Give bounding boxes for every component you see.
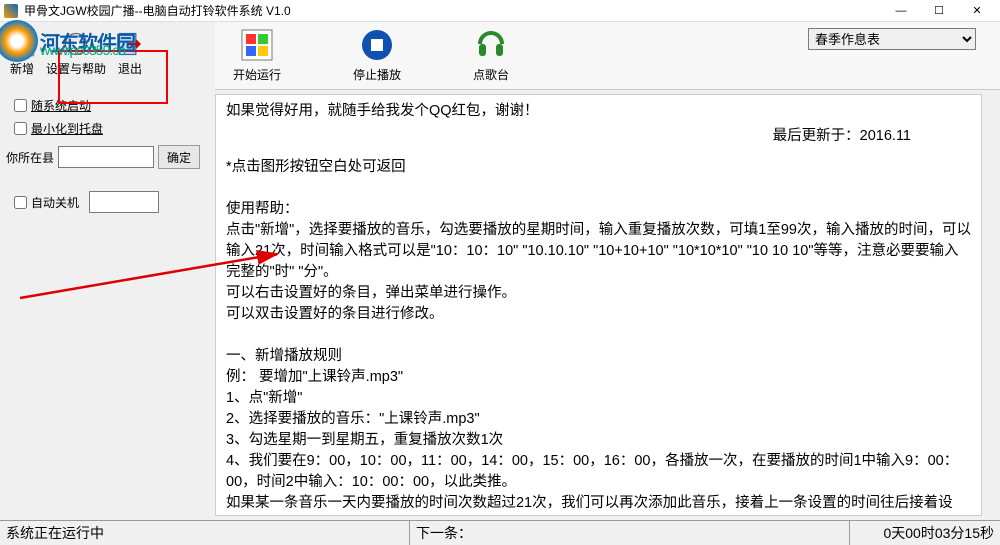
titlebar: 甲骨文JGW校园广播--电脑自动打铃软件系统 V1.0 — ☐ ✕	[0, 0, 1000, 22]
auto-start-input[interactable]	[14, 99, 27, 112]
auto-shutdown-checkbox[interactable]	[14, 196, 27, 209]
content-step: 1、点"新增"	[226, 388, 971, 409]
auto-shutdown-label: 自动关机	[31, 194, 79, 211]
stop-label: 停止播放	[353, 66, 401, 83]
app-icon	[4, 4, 18, 18]
content-step: 4、我们要在9：00，10：00，11：00，14：00，15：00，16：00…	[226, 451, 971, 493]
start-label: 开始运行	[233, 66, 281, 83]
statusbar: 系统正在运行中 下一条： 0天00时03分15秒	[0, 520, 1000, 545]
content-para: 可以右击设置好的条目，弹出菜单进行操作。	[226, 283, 971, 304]
status-running: 系统正在运行中	[0, 521, 410, 545]
sidebar: 河东软件园 www.pc0359.cn 新增 设置与帮助 退出 随系统启动	[0, 22, 215, 520]
confirm-button[interactable]: 确定	[158, 145, 200, 169]
jukebox-button[interactable]: 点歌台	[473, 28, 509, 83]
last-update: 最后更新于：2016.11	[226, 126, 971, 147]
status-countdown: 0天00时03分15秒	[850, 521, 1000, 545]
main-area: 开始运行 停止播放 点歌台 春季作息表 如果觉得好用，就随手给我发个QQ红包，谢…	[215, 22, 1000, 520]
jukebox-label: 点歌台	[473, 66, 509, 83]
start-button[interactable]: 开始运行	[233, 28, 281, 83]
content-heading: 使用帮助：	[226, 199, 971, 220]
watermark-logo-icon	[0, 20, 38, 62]
content-para: 点击"新增"，选择要播放的音乐，勾选要播放的星期时间，输入重复播放次数，可填1至…	[226, 220, 971, 283]
play-icon	[240, 28, 274, 62]
exit-label: 退出	[118, 60, 142, 77]
county-label: 你所在县	[6, 149, 54, 166]
help-content: 如果觉得好用，就随手给我发个QQ红包，谢谢！ 最后更新于：2016.11 *点击…	[215, 94, 982, 516]
content-step: 2、选择要播放的音乐："上课铃声.mp3"	[226, 409, 971, 430]
content-para: 如果某一条音乐一天内要播放的时间次数超过21次，我们可以再次添加此音乐，接着上一…	[226, 493, 971, 516]
content-line: 例： 要增加"上课铃声.mp3"	[226, 367, 971, 388]
content-line: *点击图形按钮空白处可返回	[226, 157, 971, 178]
min-tray-checkbox[interactable]: 最小化到托盘	[14, 120, 209, 137]
music-icon	[474, 28, 508, 62]
status-next: 下一条：	[410, 521, 850, 545]
auto-start-label: 随系统启动	[31, 97, 91, 114]
content-para: 可以双击设置好的条目进行修改。	[226, 304, 971, 325]
stop-icon	[360, 28, 394, 62]
content-line: 如果觉得好用，就随手给我发个QQ红包，谢谢！	[226, 101, 971, 122]
maximize-button[interactable]: ☐	[920, 1, 958, 21]
watermark-overlay: 河东软件园 www.pc0359.cn	[0, 20, 135, 62]
window-title: 甲骨文JGW校园广播--电脑自动打铃软件系统 V1.0	[24, 2, 882, 19]
county-input[interactable]	[58, 146, 154, 168]
shutdown-time-input[interactable]	[89, 191, 159, 213]
min-tray-label: 最小化到托盘	[31, 120, 103, 137]
content-heading: 一、新增播放规则	[226, 346, 971, 367]
minimize-button[interactable]: —	[882, 1, 920, 21]
watermark-url: www.pc0359.cn	[40, 42, 125, 58]
settings-help-label: 设置与帮助	[46, 60, 106, 77]
auto-start-checkbox[interactable]: 随系统启动	[14, 97, 209, 114]
min-tray-input[interactable]	[14, 122, 27, 135]
main-toolbar: 开始运行 停止播放 点歌台 春季作息表	[215, 22, 1000, 90]
stop-button[interactable]: 停止播放	[353, 28, 401, 83]
content-step: 3、勾选星期一到星期五，重复播放次数1次	[226, 430, 971, 451]
schedule-select[interactable]: 春季作息表	[808, 28, 976, 50]
close-button[interactable]: ✕	[958, 1, 996, 21]
new-label: 新增	[10, 60, 34, 77]
